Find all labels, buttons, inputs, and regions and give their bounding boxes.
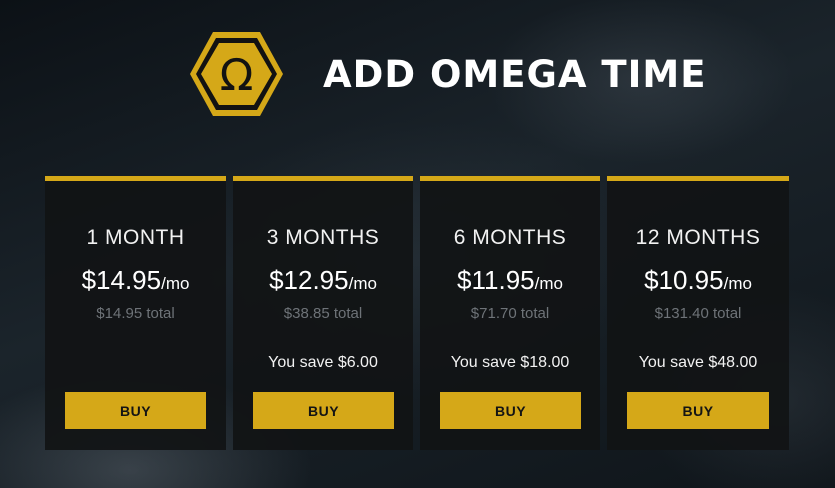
plan-price: $12.95/mo (233, 265, 413, 296)
plan-name: 12 MONTHS (635, 226, 761, 249)
page-title: ADD OMEGA TIME (323, 52, 707, 96)
price-amount: $10.95 (644, 265, 724, 295)
omega-hexagon-icon: Ω (188, 30, 285, 118)
plan-total: $38.85 total (283, 305, 363, 322)
buy-button-3-months[interactable]: BUY (253, 392, 394, 429)
buy-button-12-months[interactable]: BUY (627, 392, 769, 429)
plan-name: 3 MONTHS (266, 226, 380, 249)
price-period: /mo (348, 274, 377, 293)
plan-savings: You save $18.00 (450, 354, 570, 371)
plan-card-1-month: 1 MONTH $14.95/mo $14.95 total BUY (45, 176, 226, 450)
plan-cards: 1 MONTH $14.95/mo $14.95 total BUY 3 MON… (45, 176, 789, 450)
plan-card-12-months: 12 MONTHS $10.95/mo $131.40 total You sa… (607, 176, 789, 450)
svg-text:Ω: Ω (220, 50, 254, 101)
plan-savings: You save $48.00 (638, 354, 758, 371)
plan-price: $10.95/mo (607, 265, 789, 296)
buy-button-1-month[interactable]: BUY (65, 392, 206, 429)
price-amount: $14.95 (81, 265, 162, 295)
plan-card-6-months: 6 MONTHS $11.95/mo $71.70 total You save… (420, 176, 600, 450)
buy-button-6-months[interactable]: BUY (440, 392, 581, 429)
plan-name: 1 MONTH (86, 226, 185, 249)
plan-total: $131.40 total (654, 305, 742, 322)
plan-price: $11.95/mo (420, 265, 600, 296)
plan-price: $14.95/mo (45, 265, 226, 296)
omega-time-page: Ω ADD OMEGA TIME 1 MONTH $14.95/mo $14.9… (0, 0, 835, 488)
plan-savings: You save $6.00 (268, 354, 378, 371)
plan-total: $71.70 total (470, 305, 550, 322)
plan-total: $14.95 total (96, 305, 175, 322)
page-header: Ω ADD OMEGA TIME (188, 30, 706, 118)
plan-card-3-months: 3 MONTHS $12.95/mo $38.85 total You save… (233, 176, 413, 450)
price-amount: $11.95 (457, 265, 535, 295)
price-period: /mo (161, 274, 190, 293)
price-period: /mo (534, 274, 563, 293)
price-amount: $12.95 (269, 265, 349, 295)
price-period: /mo (723, 274, 752, 293)
plan-name: 6 MONTHS (453, 226, 567, 249)
